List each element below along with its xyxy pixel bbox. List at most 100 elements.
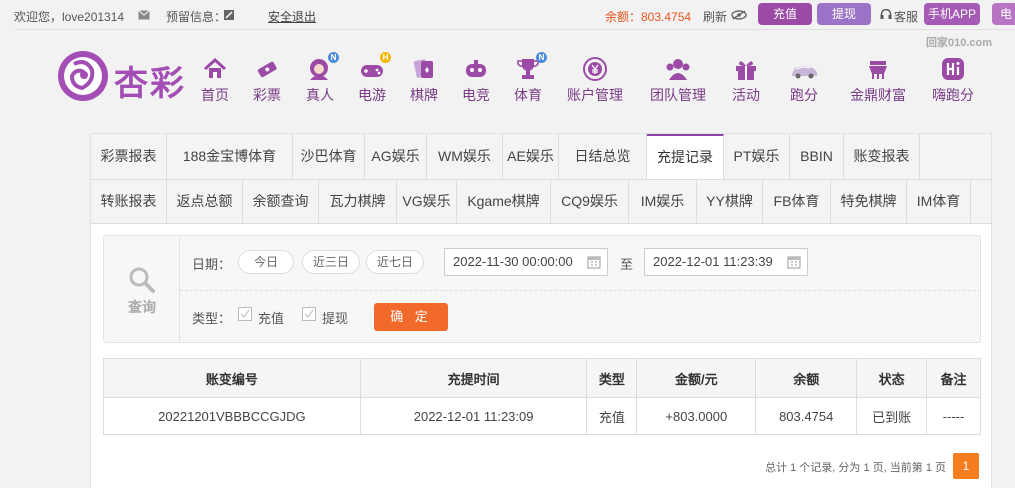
calendar-icon[interactable]: [587, 255, 601, 269]
hi-icon: [940, 56, 966, 82]
tab-tabs_row2-8[interactable]: YY棋牌: [697, 179, 763, 224]
end-date-input[interactable]: 2022-12-01 11:23:39: [644, 248, 808, 276]
nav-badge: H: [380, 52, 391, 63]
nav-label: 团队管理: [650, 87, 706, 103]
nav-label: 嗨跑分: [932, 87, 974, 103]
mail-icon[interactable]: [138, 9, 150, 20]
tab-tabs_row1-10[interactable]: 账变报表: [844, 134, 920, 179]
tab-tabs_row2-3[interactable]: 瓦力棋牌: [319, 179, 397, 224]
withdraw-checkbox[interactable]: [302, 307, 316, 321]
nav-item-10[interactable]: 跑分: [772, 56, 836, 105]
nav-label: 体育: [514, 87, 542, 103]
query-section[interactable]: 查询: [104, 236, 180, 342]
yen-icon: [582, 56, 608, 82]
nav-item-12[interactable]: 嗨跑分: [921, 56, 985, 105]
tab-tabs_row1-8[interactable]: PT娱乐: [724, 134, 790, 179]
ticket-icon: [254, 56, 280, 82]
deposit-checkbox[interactable]: [238, 307, 252, 321]
nav-item-7[interactable]: 账户管理: [563, 56, 627, 105]
gift-icon: [733, 56, 759, 82]
cell-status: 已到账: [856, 397, 928, 435]
date-label: 日期：: [192, 257, 232, 272]
gamepad-icon: H: [359, 52, 391, 82]
nav-item-8[interactable]: 团队管理: [646, 56, 710, 105]
top-divider: [14, 29, 1014, 30]
tab-tabs_row2-10[interactable]: 特免棋牌: [831, 179, 907, 224]
search-icon: [129, 267, 155, 293]
chip-3days[interactable]: 近三日: [302, 250, 360, 274]
deposit-type-label: 充值: [258, 311, 285, 326]
nav-badge: N: [328, 52, 339, 63]
start-date-input[interactable]: 2022-11-30 00:00:00: [444, 248, 608, 276]
calendar-icon[interactable]: [787, 255, 801, 269]
cell-type: 充值: [586, 397, 638, 435]
nav-item-9[interactable]: 活动: [714, 56, 778, 105]
to-label: 至: [620, 257, 634, 272]
esports-icon: [463, 56, 489, 82]
tab-tabs_row2-9[interactable]: FB体育: [763, 179, 831, 224]
logout-link[interactable]: 安全退出: [268, 8, 316, 25]
cell-amount: +803.0000: [636, 397, 757, 435]
table-header-row: 账变编号 充提时间 类型 金额/元 余额 状态 备注: [103, 358, 981, 398]
nav-badge: N: [536, 52, 547, 63]
eye-off-icon[interactable]: [731, 9, 747, 20]
watermark: 回家010.com: [926, 37, 993, 49]
tab-tabs_row2-6[interactable]: CQ9娱乐: [551, 179, 629, 224]
headset-icon[interactable]: [880, 8, 892, 19]
edit-icon[interactable]: [224, 9, 236, 20]
chip-today[interactable]: 今日: [238, 250, 294, 274]
cell-record-id: 20221201VBBBCCGJDG: [103, 397, 361, 435]
tab-tabs_row1-9[interactable]: BBIN: [790, 134, 844, 179]
logo-text: 杏彩: [114, 64, 186, 104]
tab-tabs_row2-2[interactable]: 余额查询: [243, 179, 319, 224]
start-date-value: 2022-11-30 00:00:00: [453, 254, 573, 269]
tab-tabs_row1-0[interactable]: 彩票报表: [91, 134, 167, 179]
tab-tabs_row2-7[interactable]: IM娱乐: [629, 179, 697, 224]
service-link[interactable]: 客服: [894, 8, 918, 25]
report-tabs: 彩票报表 188金宝博体育 沙巴体育 AG娱乐 WM娱乐 AE娱乐 日结总览 充提记录 PT娱乐…: [91, 134, 991, 224]
tab-tabs_row1-6[interactable]: 日结总览: [559, 134, 647, 179]
col-note: 备注: [926, 358, 981, 398]
tab-tabs_row2-0[interactable]: 转账报表: [91, 179, 167, 224]
check-icon: [304, 309, 314, 319]
tab-tabs_row1-3[interactable]: AG娱乐: [365, 134, 427, 179]
trophy-icon: N: [515, 52, 547, 82]
tab-tabs_row2-4[interactable]: VG娱乐: [397, 179, 457, 224]
nav-item-11[interactable]: 金鼎财富: [846, 56, 910, 105]
check-icon: [240, 309, 250, 319]
tab-tabs_row2-11[interactable]: IM体育: [907, 179, 971, 224]
report-panel: 彩票报表 188金宝博体育 沙巴体育 AG娱乐 WM娱乐 AE娱乐 日结总览 充提记录 PT娱乐…: [90, 133, 992, 488]
table-row: 20221201VBBBCCGJDG 2022-12-01 11:23:09 充…: [103, 397, 981, 435]
brand-logo[interactable]: 杏彩: [56, 48, 196, 104]
nav-label: 活动: [732, 87, 760, 103]
filter-divider: [180, 290, 981, 291]
col-status: 状态: [856, 358, 928, 398]
reserved-info-label: 预留信息：: [166, 10, 227, 24]
confirm-button[interactable]: 确 定: [374, 303, 448, 331]
pager-summary: 总计 1 个记录, 分为 1 页, 当前第 1 页: [765, 462, 946, 474]
computer-button[interactable]: 电: [992, 3, 1015, 25]
chip-7days[interactable]: 近七日: [366, 250, 424, 274]
tab-tabs_row1-2[interactable]: 沙巴体育: [293, 134, 365, 179]
balance-text: 余额：803.4754: [605, 10, 692, 24]
col-amount: 金额/元: [636, 358, 757, 398]
withdraw-button[interactable]: 提现: [817, 3, 871, 25]
ding-icon: [865, 56, 891, 82]
tab-tabs_row2-1[interactable]: 返点总额: [167, 179, 243, 224]
tab-tabs_row2-5[interactable]: Kgame棋牌: [457, 179, 551, 224]
query-label: 查询: [128, 299, 156, 315]
page-button-current[interactable]: 1: [953, 453, 979, 479]
refresh-link[interactable]: 刷新: [703, 8, 727, 25]
car-icon: [791, 56, 817, 82]
col-record-id: 账变编号: [103, 358, 361, 398]
filter-box: 查询 日期： 今日 近三日 近七日 2022-11-30 00:00:00 至 …: [103, 235, 981, 343]
tab-tabs_row1-1[interactable]: 188金宝博体育: [167, 134, 293, 179]
col-balance: 余额: [755, 358, 858, 398]
tab-tabs_row1-4[interactable]: WM娱乐: [427, 134, 503, 179]
mobile-app-button[interactable]: 手机APP: [924, 3, 980, 25]
tab-tabs_row1-7[interactable]: 充提记录: [647, 134, 724, 179]
end-date-value: 2022-12-01 11:23:39: [653, 254, 773, 269]
nav-item-6[interactable]: N 体育: [496, 52, 560, 105]
deposit-button[interactable]: 充值: [758, 3, 812, 25]
tab-tabs_row1-5[interactable]: AE娱乐: [503, 134, 559, 179]
